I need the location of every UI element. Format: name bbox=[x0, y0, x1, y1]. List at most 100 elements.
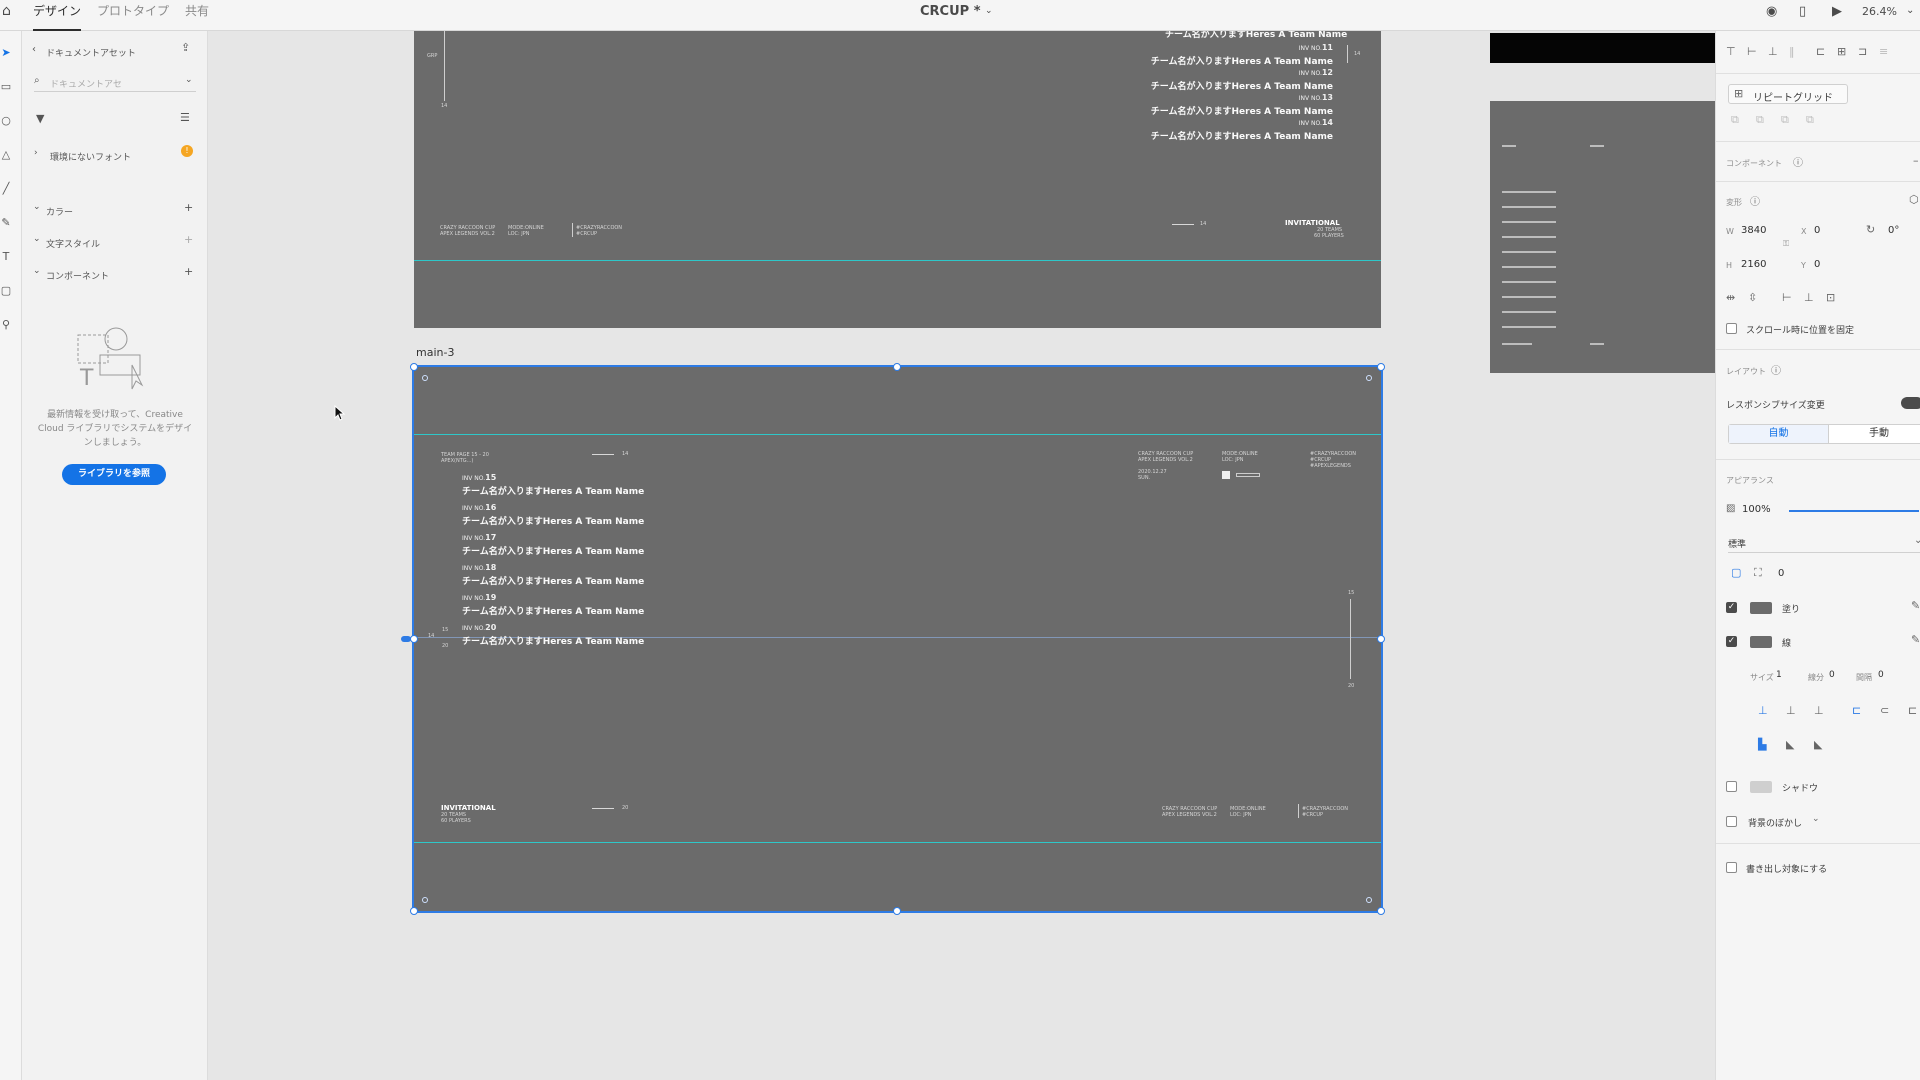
gap-field[interactable]: 0 bbox=[1878, 670, 1884, 680]
join-round-icon[interactable]: ⊂ bbox=[1880, 704, 1889, 717]
cap-round-icon[interactable]: ◣ bbox=[1786, 738, 1794, 751]
select-tool-icon[interactable]: ➤ bbox=[0, 46, 12, 60]
height-field[interactable]: 2160 bbox=[1741, 259, 1766, 270]
boolean-intersect-icon[interactable]: ⧉ bbox=[1781, 113, 1789, 127]
search-input[interactable]: ⌕ ドキュメントアセ ⌄ bbox=[34, 72, 196, 92]
home-icon[interactable]: ⌂ bbox=[2, 3, 11, 19]
x-field[interactable]: 0 bbox=[1814, 225, 1820, 236]
repeat-grid-button[interactable]: ⊞ リピートグリッド bbox=[1728, 84, 1848, 104]
share-icon[interactable]: ⇪ bbox=[181, 41, 190, 54]
user-icon[interactable]: ◉ bbox=[1766, 4, 1777, 19]
collapse-icon[interactable]: – bbox=[1913, 154, 1919, 167]
rectangle-tool-icon[interactable]: ▭ bbox=[0, 80, 12, 94]
pin-icon[interactable]: ⊡ bbox=[1826, 291, 1835, 304]
chevron-down-icon[interactable]: ⌄ bbox=[33, 202, 41, 212]
flip-horizontal-icon[interactable]: ⇹ bbox=[1726, 291, 1735, 304]
stroke-center-icon[interactable]: ⊥ bbox=[1786, 704, 1796, 717]
resize-handle-sw[interactable] bbox=[410, 907, 418, 915]
info-icon[interactable]: ⓘ bbox=[1750, 193, 1760, 208]
corner-individual-icon[interactable]: ⛶ bbox=[1754, 566, 1762, 580]
info-icon[interactable]: ⓘ bbox=[1793, 154, 1803, 169]
tab-prototype[interactable]: プロトタイプ bbox=[97, 0, 169, 31]
stroke-outer-icon[interactable]: ⊥ bbox=[1814, 704, 1824, 717]
section-text-styles[interactable]: 文字スタイル bbox=[46, 237, 100, 250]
corner-radius-field[interactable]: 0 bbox=[1778, 568, 1784, 579]
ellipse-tool-icon[interactable]: ○ bbox=[0, 114, 12, 128]
cap-square-icon[interactable]: ◣ bbox=[1814, 738, 1822, 751]
resize-handle-s[interactable] bbox=[893, 907, 901, 915]
pen-tool-icon[interactable]: ✎ bbox=[0, 216, 12, 230]
opacity-slider[interactable] bbox=[1789, 510, 1919, 512]
align-center-icon[interactable]: ⊞ bbox=[1837, 45, 1846, 58]
add-color-icon[interactable]: + bbox=[184, 201, 193, 214]
dash-field[interactable]: 0 bbox=[1829, 670, 1835, 680]
browse-library-button[interactable]: ライブラリを参照 bbox=[62, 464, 166, 485]
distribute-v-icon[interactable]: ‖ bbox=[1789, 45, 1795, 58]
artboard-thumbnail-black[interactable] bbox=[1490, 33, 1715, 63]
tab-design[interactable]: デザイン bbox=[33, 0, 82, 31]
zoom-chevron-icon[interactable]: ⌄ bbox=[1906, 5, 1914, 16]
filter-icon[interactable]: ▼ bbox=[36, 112, 44, 125]
join-miter-icon[interactable]: ⊏ bbox=[1852, 704, 1861, 717]
boolean-exclude-icon[interactable]: ⧉ bbox=[1806, 113, 1814, 127]
add-text-style-icon[interactable]: + bbox=[184, 233, 193, 246]
line-tool-icon[interactable]: ╱ bbox=[0, 182, 12, 196]
fix-height-icon[interactable]: ⊥ bbox=[1804, 291, 1814, 304]
chevron-down-icon[interactable]: ⌄ bbox=[185, 75, 193, 85]
resize-handle-n[interactable] bbox=[893, 363, 901, 371]
canvas[interactable]: GRP 14 チーム名が入りますHeres A Team Name INV NO… bbox=[208, 31, 1715, 1080]
artboard-main-3[interactable]: TEAM PAGE 15 - 20 APEX(NTG...) 14 CRAZY … bbox=[412, 365, 1383, 913]
chevron-down-icon[interactable]: ⌄ bbox=[985, 6, 993, 16]
scroll-marker[interactable] bbox=[401, 636, 411, 642]
cap-butt-icon[interactable]: ▙ bbox=[1758, 738, 1766, 751]
segment-manual[interactable]: 手動 bbox=[1829, 425, 1920, 443]
align-right-icon[interactable]: ⊐ bbox=[1858, 45, 1867, 58]
document-title[interactable]: CRCUP * bbox=[920, 4, 981, 19]
align-bottom-icon[interactable]: ⊥ bbox=[1768, 45, 1778, 58]
info-icon[interactable]: ⓘ bbox=[1771, 362, 1781, 377]
border-size-field[interactable]: 1 bbox=[1776, 670, 1782, 680]
bg-blur-checkbox[interactable] bbox=[1726, 816, 1737, 827]
export-checkbox[interactable] bbox=[1726, 862, 1737, 873]
resize-handle-w[interactable] bbox=[410, 635, 418, 643]
distribute-h-icon[interactable]: ≡ bbox=[1879, 45, 1888, 58]
width-field[interactable]: 3840 bbox=[1741, 225, 1766, 236]
align-left-icon[interactable]: ⊏ bbox=[1816, 45, 1825, 58]
fix-scroll-checkbox[interactable] bbox=[1726, 323, 1737, 334]
flip-vertical-icon[interactable]: ⇳ bbox=[1748, 291, 1757, 304]
fill-swatch[interactable] bbox=[1750, 602, 1772, 614]
zoom-level[interactable]: 26.4% bbox=[1862, 5, 1897, 18]
shadow-checkbox[interactable] bbox=[1726, 781, 1737, 792]
align-middle-icon[interactable]: ⊢ bbox=[1747, 45, 1757, 58]
text-tool-icon[interactable]: T bbox=[0, 250, 12, 264]
play-icon[interactable]: ▶ bbox=[1832, 4, 1842, 19]
chevron-down-icon[interactable]: ⌄ bbox=[33, 234, 41, 244]
chevron-right-icon[interactable]: › bbox=[34, 148, 38, 158]
y-field[interactable]: 0 bbox=[1814, 259, 1820, 270]
boolean-subtract-icon[interactable]: ⧉ bbox=[1756, 113, 1764, 127]
add-component-icon[interactable]: + bbox=[184, 265, 193, 278]
section-components[interactable]: コンポーネント bbox=[46, 269, 109, 282]
list-view-icon[interactable]: ☰ bbox=[180, 111, 190, 124]
segment-auto[interactable]: 自動 bbox=[1729, 425, 1829, 443]
mobile-preview-icon[interactable]: ▯ bbox=[1799, 4, 1806, 19]
border-checkbox[interactable]: ✓ bbox=[1726, 636, 1737, 647]
eyedropper-icon[interactable]: ✎ bbox=[1911, 633, 1920, 646]
corner-uniform-icon[interactable]: ▢ bbox=[1731, 566, 1741, 579]
missing-fonts[interactable]: 環境にないフォント bbox=[50, 150, 131, 163]
blend-mode-select[interactable]: 標準 ⌄ bbox=[1728, 533, 1920, 553]
fix-width-icon[interactable]: ⊢ bbox=[1782, 291, 1792, 304]
join-bevel-icon[interactable]: ⊏ bbox=[1908, 704, 1917, 717]
resize-handle-se[interactable] bbox=[1377, 907, 1385, 915]
artboard-thumbnail[interactable] bbox=[1490, 101, 1715, 373]
polygon-tool-icon[interactable]: △ bbox=[0, 148, 12, 162]
3d-transform-icon[interactable]: ⬡ bbox=[1909, 193, 1919, 206]
eyedropper-icon[interactable]: ✎ bbox=[1911, 599, 1920, 612]
chevron-down-icon[interactable]: ⌄ bbox=[1812, 814, 1820, 824]
artboard-label[interactable]: main-3 bbox=[416, 346, 454, 359]
align-top-icon[interactable]: ⊤ bbox=[1726, 45, 1736, 58]
bg-blur-label[interactable]: 背景のぼかし bbox=[1748, 816, 1802, 829]
resize-mode-segment[interactable]: 自動 手動 bbox=[1728, 424, 1920, 444]
chevron-down-icon[interactable]: ⌄ bbox=[33, 266, 41, 276]
resize-handle-ne[interactable] bbox=[1377, 363, 1385, 371]
